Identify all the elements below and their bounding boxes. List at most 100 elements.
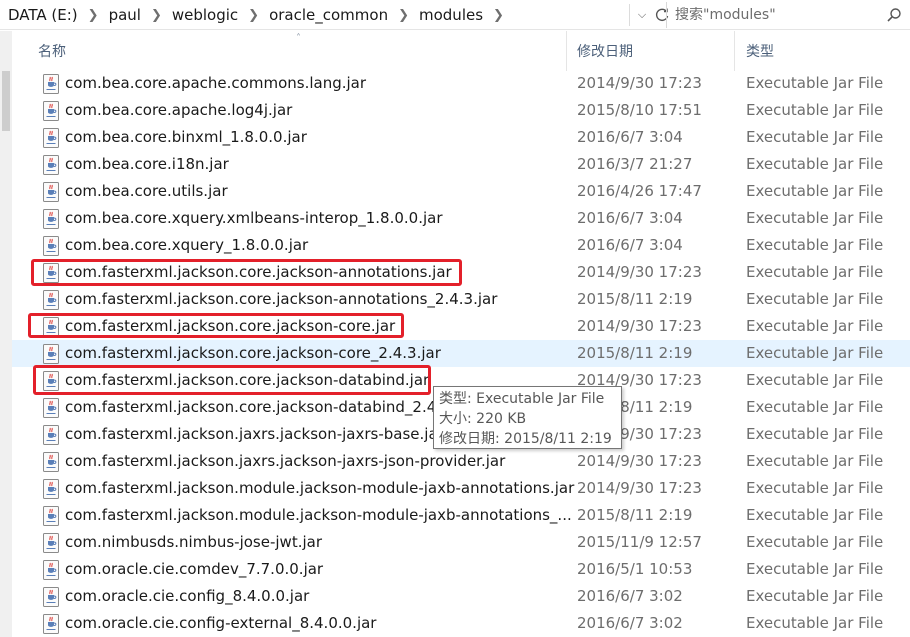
file-type: Executable Jar File: [746, 614, 884, 632]
file-name: com.fasterxml.jackson.core.jackson-core_…: [65, 344, 441, 362]
file-date-modified: 2014/9/30 17:23: [577, 452, 702, 470]
file-row[interactable]: com.fasterxml.jackson.core.jackson-core_…: [12, 340, 910, 367]
java-jar-icon: [42, 182, 60, 202]
breadcrumb-item-oracle-common[interactable]: oracle_common: [265, 6, 392, 24]
chevron-right-icon[interactable]: ❯: [487, 8, 510, 23]
column-header-type[interactable]: 类型: [734, 31, 910, 71]
file-type: Executable Jar File: [746, 317, 884, 335]
file-type: Executable Jar File: [746, 587, 884, 605]
file-row[interactable]: com.bea.core.apache.log4j.jar 2015/8/10 1…: [12, 97, 910, 124]
file-name: com.oracle.cie.comdev_7.7.0.0.jar: [65, 560, 324, 578]
java-jar-icon: [42, 479, 60, 499]
java-jar-icon: [42, 506, 60, 526]
search-input[interactable]: [675, 7, 875, 23]
file-row[interactable]: com.bea.core.xquery.xmlbeans-interop_1.8…: [12, 205, 910, 232]
file-date-modified: 2015/11/9 12:57: [577, 533, 702, 551]
file-name: com.fasterxml.jackson.core.jackson-datab…: [65, 398, 451, 416]
java-jar-icon: [42, 560, 60, 580]
file-type: Executable Jar File: [746, 182, 884, 200]
column-header-name[interactable]: 名称: [12, 31, 566, 71]
chevron-right-icon[interactable]: ❯: [145, 8, 168, 23]
file-date-modified: 2015/8/11 2:19: [577, 506, 693, 524]
file-name: com.bea.core.binxml_1.8.0.0.jar: [65, 128, 307, 146]
java-jar-icon: [42, 614, 60, 634]
java-jar-icon: [42, 587, 60, 607]
file-row[interactable]: com.oracle.cie.comdev_7.7.0.0.jar 2016/5/…: [12, 556, 910, 583]
file-type: Executable Jar File: [746, 290, 884, 308]
file-row[interactable]: com.bea.core.utils.jar 2016/4/26 17:47 Exe…: [12, 178, 910, 205]
column-header-date[interactable]: 修改日期: [566, 31, 734, 71]
address-divider: [629, 4, 630, 26]
file-date-modified: 2015/8/11 2:19: [577, 344, 693, 362]
file-row[interactable]: com.fasterxml.jackson.module.jackson-mod…: [12, 475, 910, 502]
java-jar-icon: [42, 344, 60, 364]
java-jar-icon: [42, 290, 60, 310]
breadcrumb-item-drive[interactable]: DATA (E:): [4, 6, 82, 24]
file-type: Executable Jar File: [746, 155, 884, 173]
java-jar-icon: [42, 533, 60, 553]
chevron-right-icon[interactable]: ❯: [82, 8, 105, 23]
file-row[interactable]: com.bea.core.i18n.jar 2016/3/7 21:27 Execu…: [12, 151, 910, 178]
java-jar-icon: [42, 209, 60, 229]
java-jar-icon: [42, 236, 60, 256]
tooltip-date: 修改日期: 2015/8/11 2:19: [439, 431, 612, 447]
file-name: com.bea.core.apache.commons.lang.jar: [65, 74, 367, 92]
file-name: com.oracle.cie.config-external_8.4.0.0.j…: [65, 614, 377, 632]
file-row[interactable]: com.fasterxml.jackson.core.jackson-annot…: [12, 259, 910, 286]
column-header-bar: ˄ 名称 修改日期 类型: [12, 31, 910, 71]
file-name: com.fasterxml.jackson.module.jackson-mod…: [65, 479, 575, 497]
file-row[interactable]: com.fasterxml.jackson.core.jackson-core.…: [12, 313, 910, 340]
scrollbar-thumb[interactable]: [2, 71, 10, 131]
file-name: com.fasterxml.jackson.core.jackson-annot…: [65, 263, 452, 281]
file-date-modified: 2016/6/7 3:04: [577, 209, 683, 227]
breadcrumb: DATA (E:) ❯ paul ❯ weblogic ❯ oracle_com…: [0, 0, 630, 30]
java-jar-icon: [42, 74, 60, 94]
file-type: Executable Jar File: [746, 371, 884, 389]
file-type: Executable Jar File: [746, 479, 884, 497]
search-box[interactable]: [666, 2, 910, 28]
java-jar-icon: [42, 317, 60, 337]
java-jar-icon: [42, 425, 60, 445]
file-row[interactable]: com.bea.core.apache.commons.lang.jar 2014…: [12, 70, 910, 97]
navigation-pane-edge: [0, 31, 12, 637]
file-row[interactable]: com.bea.core.binxml_1.8.0.0.jar 2016/6/7 …: [12, 124, 910, 151]
file-name: com.bea.core.i18n.jar: [65, 155, 229, 173]
file-type: Executable Jar File: [746, 344, 884, 362]
file-date-modified: 2016/3/7 21:27: [577, 155, 693, 173]
breadcrumb-item-modules[interactable]: modules: [415, 6, 487, 24]
chevron-right-icon[interactable]: ❯: [242, 8, 265, 23]
breadcrumb-item-paul[interactable]: paul: [105, 6, 145, 24]
file-date-modified: 2016/4/26 17:47: [577, 182, 702, 200]
file-name: com.fasterxml.jackson.core.jackson-annot…: [65, 290, 498, 308]
chevron-down-icon[interactable]: ⌵: [632, 4, 652, 26]
file-type: Executable Jar File: [746, 506, 884, 524]
file-row[interactable]: com.nimbusds.nimbus-jose-jwt.jar 2015/11/…: [12, 529, 910, 556]
java-jar-icon: [42, 398, 60, 418]
breadcrumb-item-weblogic[interactable]: weblogic: [168, 6, 242, 24]
file-name: com.fasterxml.jackson.jaxrs.jackson-jaxr…: [65, 452, 506, 470]
file-name: com.bea.core.apache.log4j.jar: [65, 101, 293, 119]
file-date-modified: 2016/6/7 3:04: [577, 236, 683, 254]
file-row[interactable]: com.fasterxml.jackson.jaxrs.jackson-jaxr…: [12, 448, 910, 475]
file-date-modified: 2015/8/10 17:51: [577, 101, 702, 119]
file-row[interactable]: com.bea.core.xquery_1.8.0.0.jar 2016/6/7 …: [12, 232, 910, 259]
chevron-right-icon[interactable]: ❯: [392, 8, 415, 23]
file-date-modified: 2016/6/7 3:02: [577, 614, 683, 632]
file-row[interactable]: com.fasterxml.jackson.core.jackson-annot…: [12, 286, 910, 313]
file-type: Executable Jar File: [746, 236, 884, 254]
file-info-tooltip: 类型: Executable Jar File 大小: 220 KB 修改日期:…: [433, 386, 622, 449]
java-jar-icon: [42, 263, 60, 283]
file-list: com.bea.core.apache.commons.lang.jar 2014…: [12, 70, 910, 637]
file-type: Executable Jar File: [746, 560, 884, 578]
file-row[interactable]: com.oracle.cie.config_8.4.0.0.jar 2016/6/…: [12, 583, 910, 610]
java-jar-icon: [42, 101, 60, 121]
file-date-modified: 2016/5/1 10:53: [577, 560, 693, 578]
file-row[interactable]: com.fasterxml.jackson.module.jackson-mod…: [12, 502, 910, 529]
search-icon[interactable]: [886, 7, 902, 23]
file-date-modified: 2016/6/7 3:02: [577, 587, 683, 605]
file-name: com.bea.core.xquery_1.8.0.0.jar: [65, 236, 309, 254]
file-name: com.nimbusds.nimbus-jose-jwt.jar: [65, 533, 322, 551]
file-type: Executable Jar File: [746, 425, 884, 443]
file-row[interactable]: com.oracle.cie.config-external_8.4.0.0.j…: [12, 610, 910, 637]
file-date-modified: 2014/9/30 17:23: [577, 74, 702, 92]
